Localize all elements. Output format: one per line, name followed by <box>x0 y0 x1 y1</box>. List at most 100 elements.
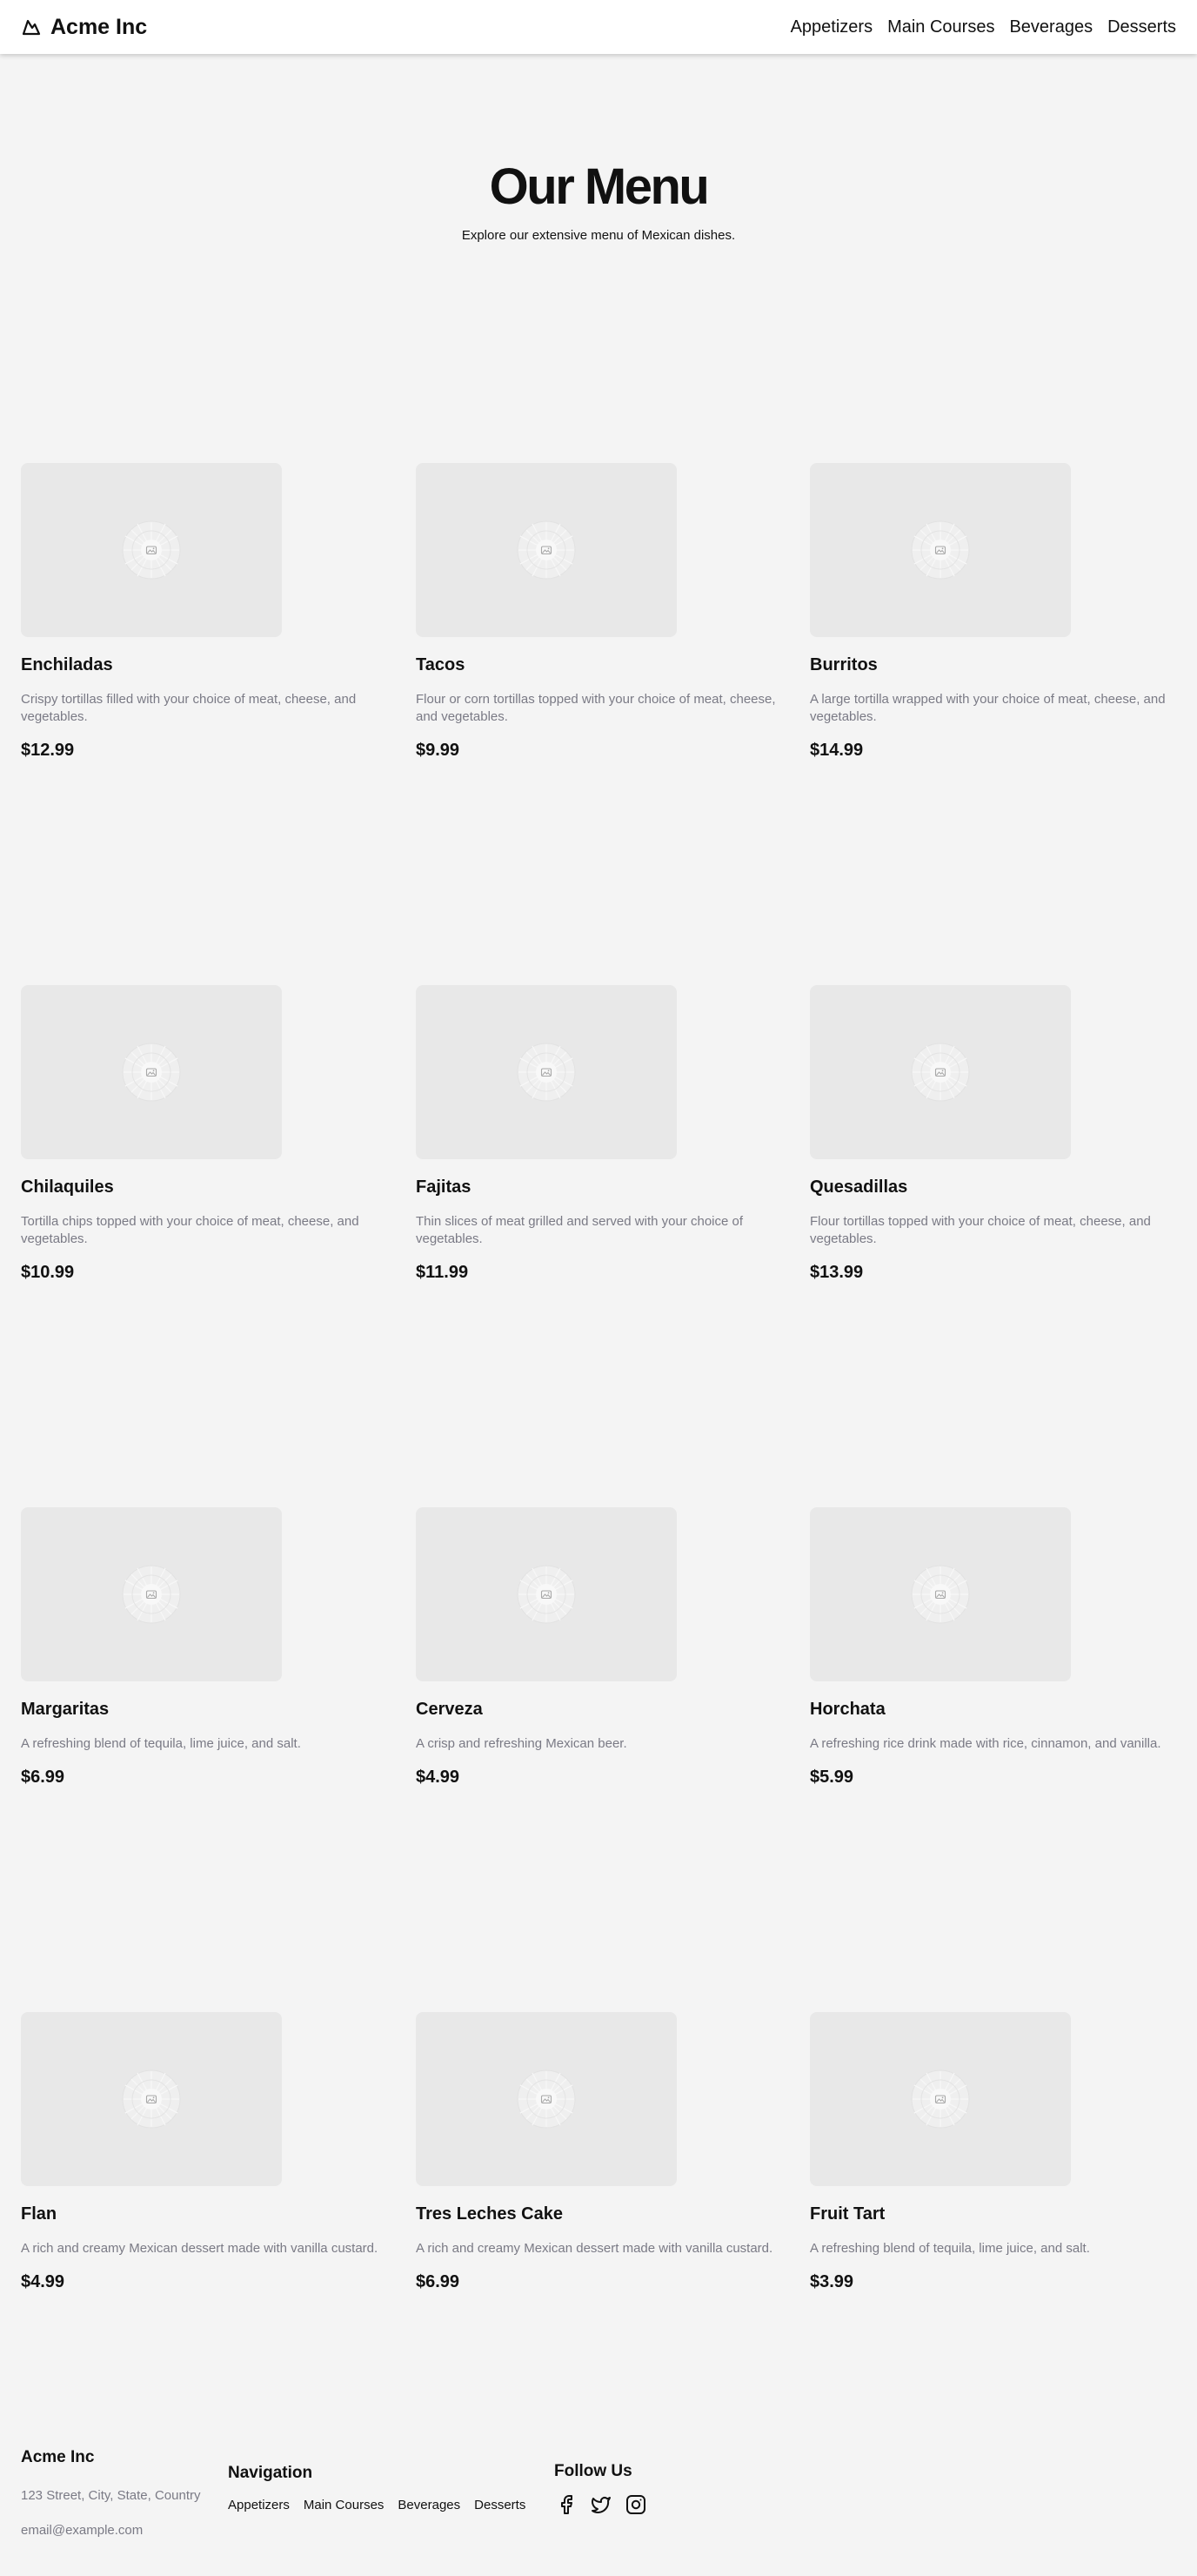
item-description: A refreshing blend of tequila, lime juic… <box>21 1736 301 1751</box>
image-placeholder-icon <box>122 520 181 580</box>
item-description: Thin slices of meat grilled and served w… <box>416 1214 744 1246</box>
item-name: Burritos <box>810 655 878 674</box>
footer-social-title: Follow Us <box>554 2462 632 2480</box>
brand-name: Acme Inc <box>50 14 148 39</box>
footer-nav-title: Navigation <box>228 2464 313 2482</box>
image-placeholder-icon <box>911 1043 970 1102</box>
item-image-placeholder <box>21 1507 282 1681</box>
image-placeholder-icon <box>517 1565 576 1624</box>
footer-brand-column: Acme Inc 123 Street, City, State, Countr… <box>21 2447 200 2539</box>
image-placeholder-icon <box>122 1565 181 1624</box>
footer-nav: Appetizers Main Courses Beverages Desser… <box>228 2498 525 2512</box>
image-placeholder-icon <box>122 1043 181 1102</box>
item-price: $6.99 <box>21 1768 65 1787</box>
nav-link-beverages[interactable]: Beverages <box>1009 17 1093 37</box>
item-image-placeholder <box>21 985 282 1159</box>
instagram-icon <box>626 2495 645 2514</box>
menu-item-card: Burritos A large tortilla wrapped with y… <box>810 463 1184 761</box>
item-price: $5.99 <box>810 1768 854 1787</box>
item-image-placeholder <box>810 463 1071 637</box>
nav-link-desserts[interactable]: Desserts <box>1107 17 1176 37</box>
menu-item-card: Horchata A refreshing rice drink made wi… <box>810 1507 1184 1788</box>
menu-item-card: Margaritas A refreshing blend of tequila… <box>21 1507 395 1788</box>
item-image-placeholder <box>810 985 1071 1159</box>
hero-section: Our Menu Explore our extensive menu of M… <box>0 157 1197 243</box>
item-price: $14.99 <box>810 741 864 760</box>
item-name: Flan <box>21 2204 57 2224</box>
page-subtitle: Explore our extensive menu of Mexican di… <box>461 228 736 243</box>
item-name: Horchata <box>810 1700 886 1719</box>
item-image-placeholder <box>416 1507 677 1681</box>
item-description: A rich and creamy Mexican dessert made w… <box>21 2241 378 2256</box>
item-name: Enchiladas <box>21 655 113 674</box>
instagram-link[interactable] <box>625 2494 646 2515</box>
item-image-placeholder <box>416 463 677 637</box>
image-placeholder-icon <box>517 2070 576 2129</box>
twitter-icon <box>592 2497 611 2513</box>
menu-item-card: Enchiladas Crispy tortillas filled with … <box>21 463 395 761</box>
menu-item-card: Tacos Flour or corn tortillas topped wit… <box>416 463 790 761</box>
image-placeholder-icon <box>517 520 576 580</box>
footer-email: email@example.com <box>21 2523 144 2538</box>
footer-link-main-courses[interactable]: Main Courses <box>304 2498 385 2512</box>
item-description: Flour or corn tortillas topped with your… <box>416 692 776 724</box>
item-price: $3.99 <box>810 2272 854 2291</box>
item-description: Tortilla chips topped with your choice o… <box>21 1214 359 1246</box>
item-price: $4.99 <box>416 1768 460 1787</box>
image-placeholder-icon <box>517 1043 576 1102</box>
facebook-icon <box>561 2495 572 2514</box>
item-price: $9.99 <box>416 741 460 760</box>
image-placeholder-icon <box>911 2070 970 2129</box>
item-name: Chilaquiles <box>21 1177 114 1197</box>
menu-item-card: Fajitas Thin slices of meat grilled and … <box>416 985 790 1283</box>
item-name: Cerveza <box>416 1700 483 1719</box>
item-name: Margaritas <box>21 1700 110 1719</box>
nav-link-appetizers[interactable]: Appetizers <box>791 17 873 37</box>
footer-address: 123 Street, City, State, Country <box>21 2488 201 2503</box>
footer-link-desserts[interactable]: Desserts <box>474 2498 525 2512</box>
item-name: Fruit Tart <box>810 2204 886 2224</box>
facebook-link[interactable] <box>556 2494 577 2515</box>
brand-link[interactable]: Acme Inc <box>21 15 147 40</box>
mountain-icon <box>22 19 41 36</box>
item-image-placeholder <box>416 2012 677 2186</box>
menu-item-card: Tres Leches Cake A rich and creamy Mexic… <box>416 2012 790 2292</box>
item-price: $12.99 <box>21 741 75 760</box>
nav-link-main-courses[interactable]: Main Courses <box>887 17 994 37</box>
footer-link-beverages[interactable]: Beverages <box>398 2498 460 2512</box>
footer-link-appetizers[interactable]: Appetizers <box>228 2498 290 2512</box>
footer-brand: Acme Inc <box>21 2448 95 2466</box>
menu-item-card: Fruit Tart A refreshing blend of tequila… <box>810 2012 1184 2292</box>
main-nav: Appetizers Main Courses Beverages Desser… <box>791 17 1176 37</box>
item-price: $4.99 <box>21 2272 65 2291</box>
item-description: A large tortilla wrapped with your choic… <box>810 692 1166 724</box>
footer-nav-column: Navigation Appetizers Main Courses Bever… <box>228 2463 525 2512</box>
item-name: Quesadillas <box>810 1177 908 1197</box>
item-image-placeholder <box>21 463 282 637</box>
item-name: Fajitas <box>416 1177 471 1197</box>
image-placeholder-icon <box>911 520 970 580</box>
menu-item-card: Quesadillas Flour tortillas topped with … <box>810 985 1184 1283</box>
image-placeholder-icon <box>122 2070 181 2129</box>
item-image-placeholder <box>810 1507 1071 1681</box>
item-price: $11.99 <box>416 1263 469 1282</box>
item-description: A crisp and refreshing Mexican beer. <box>416 1736 627 1751</box>
item-description: A refreshing blend of tequila, lime juic… <box>810 2241 1090 2256</box>
item-price: $6.99 <box>416 2272 460 2291</box>
twitter-link[interactable] <box>591 2494 612 2515</box>
item-image-placeholder <box>810 2012 1071 2186</box>
item-description: Flour tortillas topped with your choice … <box>810 1214 1151 1246</box>
item-description: A rich and creamy Mexican dessert made w… <box>416 2241 773 2256</box>
site-footer: Acme Inc 123 Street, City, State, Countr… <box>0 2447 1197 2560</box>
site-header: Acme Inc Appetizers Main Courses Beverag… <box>0 0 1197 54</box>
item-description: Crispy tortillas filled with your choice… <box>21 692 357 724</box>
item-name: Tacos <box>416 655 465 674</box>
item-price: $10.99 <box>21 1263 75 1282</box>
item-image-placeholder <box>21 2012 282 2186</box>
item-description: A refreshing rice drink made with rice, … <box>810 1736 1161 1751</box>
footer-social-column: Follow Us <box>554 2461 646 2515</box>
social-links <box>554 2494 646 2515</box>
menu-item-card: Flan A rich and creamy Mexican dessert m… <box>21 2012 395 2292</box>
item-image-placeholder <box>416 985 677 1159</box>
page-title: Our Menu <box>489 158 710 215</box>
